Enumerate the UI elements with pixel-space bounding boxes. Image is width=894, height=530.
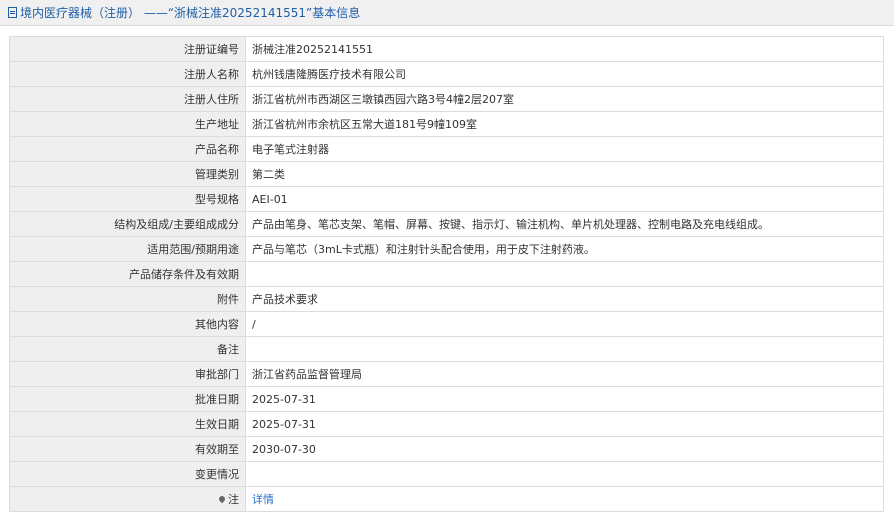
row-value: 浙江省杭州市余杭区五常大道181号9幢109室 <box>245 111 884 137</box>
row-label: 生效日期 <box>9 411 246 437</box>
note-label: 注 <box>228 493 239 506</box>
pin-icon <box>217 494 227 504</box>
table-row: 审批部门 浙江省药品监督管理局 <box>9 361 884 387</box>
table-row: 生产地址 浙江省杭州市余杭区五常大道181号9幢109室 <box>9 111 884 137</box>
page-title: 境内医疗器械（注册） ——“浙械注准20252141551”基本信息 <box>20 6 361 20</box>
detail-table: 注册证编号 浙械注准20252141551 注册人名称 杭州钱唐隆腾医疗技术有限公司注… <box>9 36 884 512</box>
row-label: 适用范围/预期用途 <box>9 236 246 262</box>
table-row: 其他内容 / <box>9 311 884 337</box>
row-label: 其他内容 <box>9 311 246 337</box>
row-value: 第二类 <box>245 161 884 187</box>
table-row: 注册人名称 杭州钱唐隆腾医疗技术有限公司 <box>9 61 884 87</box>
row-value <box>245 461 884 487</box>
row-label: 备注 <box>9 336 246 362</box>
table-row: 型号规格 AEI-01 <box>9 186 884 212</box>
row-value: 电子笔式注射器 <box>245 136 884 162</box>
row-label: 管理类别 <box>9 161 246 187</box>
row-value: 浙江省药品监督管理局 <box>245 361 884 387</box>
row-label: 生产地址 <box>9 111 246 137</box>
table-row: 产品名称 电子笔式注射器 <box>9 136 884 162</box>
row-label: 有效期至 <box>9 436 246 462</box>
table-row: 适用范围/预期用途 产品与笔芯（3mL卡式瓶）和注射针头配合使用，用于皮下注射药液… <box>9 236 884 262</box>
row-value <box>245 261 884 287</box>
row-value: 浙江省杭州市西湖区三墩镇西园六路3号4幢2层207室 <box>245 86 884 112</box>
row-label: 变更情况 <box>9 461 246 487</box>
table-row: 变更情况 <box>9 461 884 487</box>
table-row: 注册人住所 浙江省杭州市西湖区三墩镇西园六路3号4幢2层207室 <box>9 86 884 112</box>
row-label: 结构及组成/主要组成成分 <box>9 211 246 237</box>
table-row: 批准日期 2025-07-31 <box>9 386 884 412</box>
document-icon <box>8 7 17 18</box>
details-link[interactable]: 详情 <box>252 493 274 506</box>
row-label: 批准日期 <box>9 386 246 412</box>
table-row: 结构及组成/主要组成成分 产品由笔身、笔芯支架、笔帽、屏幕、按键、指示灯、输注机构… <box>9 211 884 237</box>
row-value: 产品与笔芯（3mL卡式瓶）和注射针头配合使用，用于皮下注射药液。 <box>245 236 884 262</box>
page-header: 境内医疗器械（注册） ——“浙械注准20252141551”基本信息 <box>0 0 894 26</box>
row-value: 产品由笔身、笔芯支架、笔帽、屏幕、按键、指示灯、输注机构、单片机处理器、控制电路… <box>245 211 884 237</box>
table-row: 附件 产品技术要求 <box>9 286 884 312</box>
row-value: 杭州钱唐隆腾医疗技术有限公司 <box>245 61 884 87</box>
note-value-cell: 详情 <box>245 486 884 512</box>
row-value: 浙械注准20252141551 <box>245 36 884 62</box>
row-label: 产品储存条件及有效期 <box>9 261 246 287</box>
row-value <box>245 336 884 362</box>
row-label: 审批部门 <box>9 361 246 387</box>
row-value: 2025-07-31 <box>245 411 884 437</box>
row-value: AEI-01 <box>245 186 884 212</box>
row-label: 型号规格 <box>9 186 246 212</box>
table-row: 产品储存条件及有效期 <box>9 261 884 287</box>
row-label: 产品名称 <box>9 136 246 162</box>
row-value: 2025-07-31 <box>245 386 884 412</box>
row-value: 2030-07-30 <box>245 436 884 462</box>
row-label: 注册证编号 <box>9 36 246 62</box>
note-label-cell: 注 <box>9 486 246 512</box>
table-row: 生效日期 2025-07-31 <box>9 411 884 437</box>
row-label: 注册人名称 <box>9 61 246 87</box>
row-value: 产品技术要求 <box>245 286 884 312</box>
table-row: 有效期至 2030-07-30 <box>9 436 884 462</box>
row-label: 注册人住所 <box>9 86 246 112</box>
table-row: 注册证编号 浙械注准20252141551 <box>9 36 884 62</box>
table-row: 管理类别 第二类 <box>9 161 884 187</box>
note-row: 注详情 <box>9 486 884 512</box>
row-value: / <box>245 311 884 337</box>
row-label: 附件 <box>9 286 246 312</box>
table-row: 备注 <box>9 336 884 362</box>
